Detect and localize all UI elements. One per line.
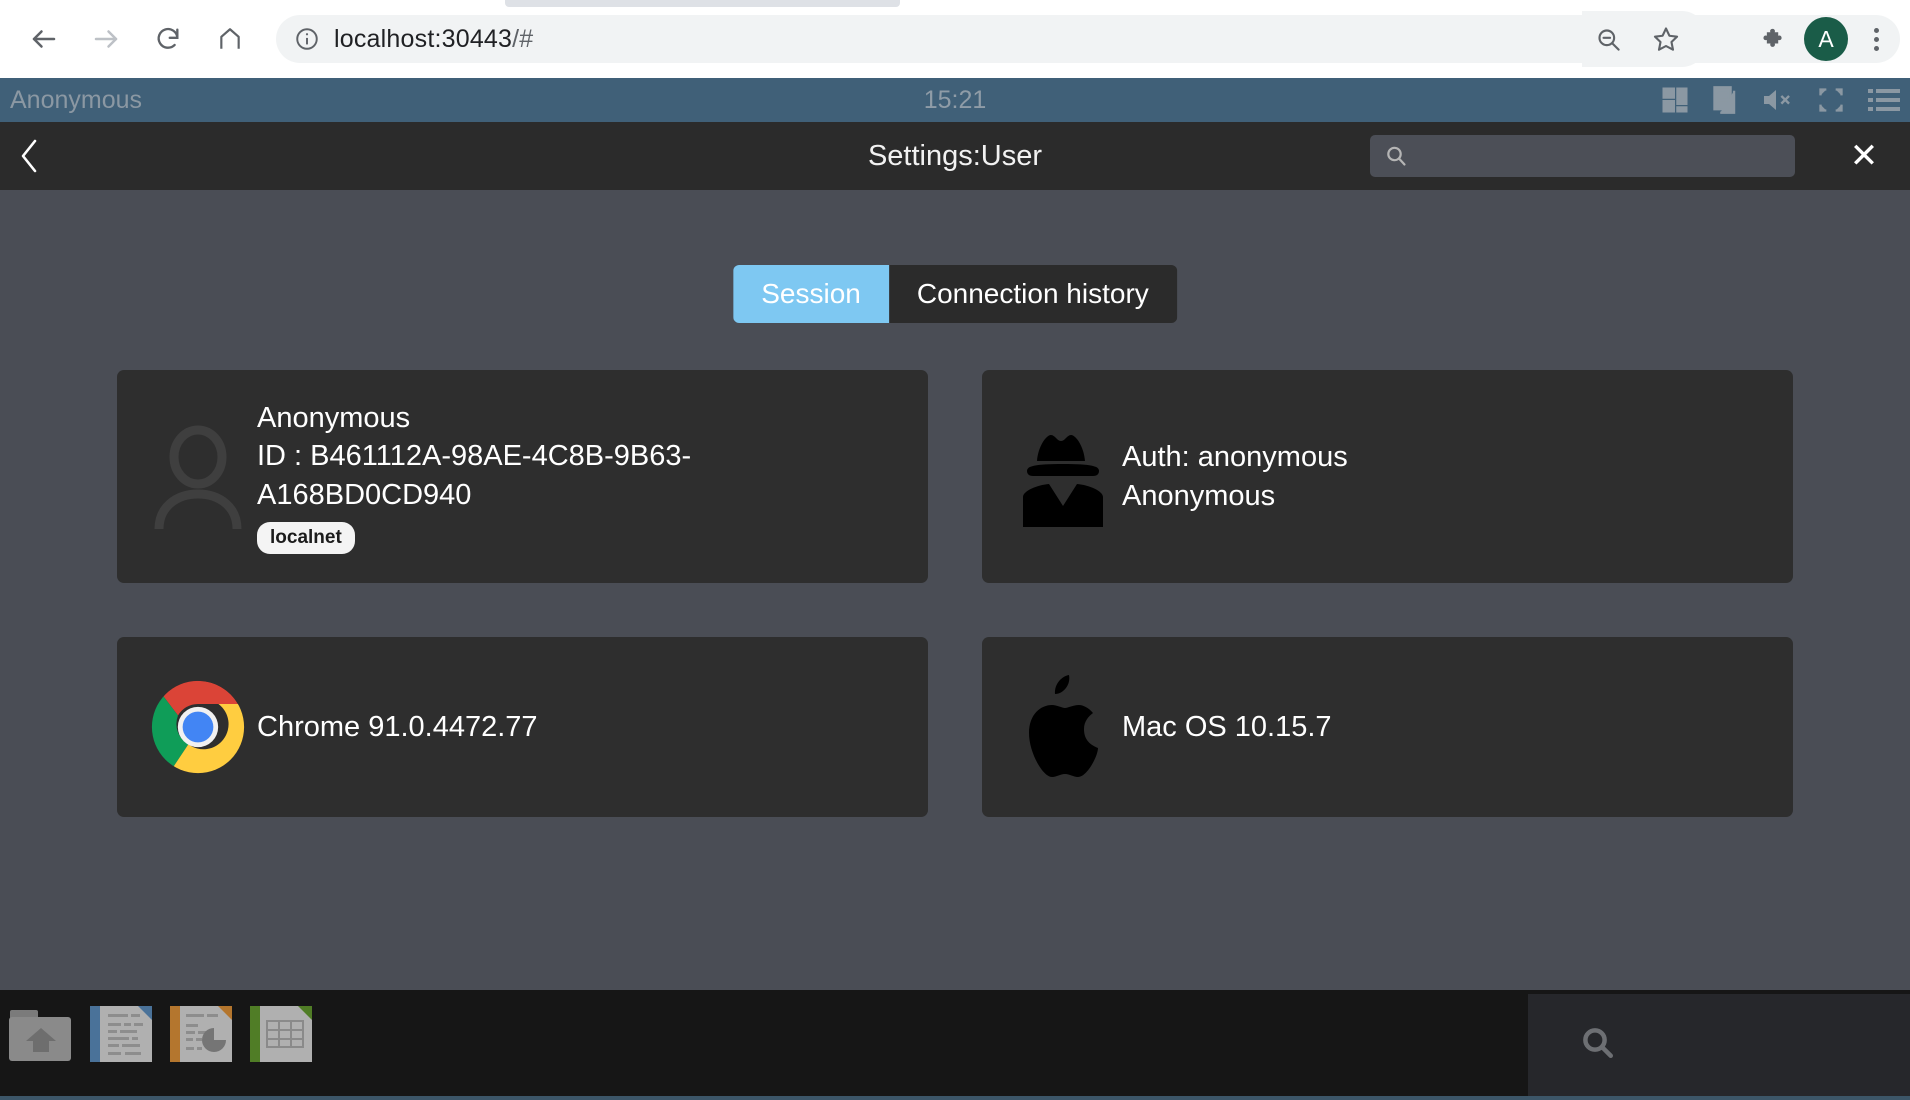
- card-auth-text: Auth: anonymous Anonymous: [1122, 438, 1348, 515]
- home-folder-icon[interactable]: [8, 1004, 74, 1070]
- back-arrow-icon[interactable]: [16, 11, 72, 67]
- star-icon[interactable]: [1640, 13, 1692, 65]
- apple-logo-icon: [1004, 675, 1122, 779]
- card-user: Anonymous ID : B461112A-98AE-4C8B-9B63-A…: [117, 370, 928, 583]
- clipboard-icon[interactable]: [1712, 85, 1740, 115]
- document-writer-icon[interactable]: [88, 1004, 154, 1070]
- taskbar: [0, 990, 1910, 1096]
- speaker-mute-icon[interactable]: [1762, 87, 1794, 113]
- forward-arrow-icon[interactable]: [78, 11, 134, 67]
- card-browser: Chrome 91.0.4472.77: [117, 637, 928, 817]
- window-bottom-rim: [0, 1096, 1910, 1100]
- presentation-impress-icon[interactable]: [168, 1004, 234, 1070]
- card-user-text: Anonymous ID : B461112A-98AE-4C8B-9B63-A…: [257, 399, 717, 555]
- site-info-icon[interactable]: [294, 26, 320, 52]
- zoom-out-icon[interactable]: [1582, 13, 1634, 65]
- guac-top-bar: Anonymous 15:21: [0, 78, 1910, 122]
- settings-search-box[interactable]: [1370, 135, 1795, 177]
- fullscreen-icon[interactable]: [1816, 86, 1846, 114]
- close-icon[interactable]: ✕: [1838, 135, 1890, 177]
- reload-icon[interactable]: [140, 11, 196, 67]
- card-os: Mac OS 10.15.7: [982, 637, 1793, 817]
- puzzle-icon[interactable]: [1748, 13, 1800, 65]
- top-bar-icons: [1660, 85, 1900, 115]
- os-version: Mac OS 10.15.7: [1122, 710, 1332, 743]
- kebab-menu-icon[interactable]: [1852, 15, 1900, 63]
- settings-body: Session Connection history Anonymous ID …: [0, 190, 1910, 990]
- menu-list-icon[interactable]: [1868, 87, 1900, 113]
- taskbar-search-panel[interactable]: [1528, 994, 1910, 1096]
- omnibox-actions: [1582, 11, 1706, 67]
- spreadsheet-calc-icon[interactable]: [248, 1004, 314, 1070]
- avatar[interactable]: A: [1804, 17, 1848, 61]
- settings-header: Settings:User ✕: [0, 122, 1910, 190]
- url-text: localhost:30443/#: [334, 24, 534, 53]
- user-id: ID : B461112A-98AE-4C8B-9B63-A168BD0CD94…: [257, 440, 692, 511]
- layout-grid-icon[interactable]: [1660, 85, 1690, 115]
- back-button[interactable]: [0, 122, 60, 190]
- home-icon[interactable]: [202, 11, 258, 67]
- taskbar-apps: [8, 1004, 314, 1070]
- chrome-logo-icon: [139, 679, 257, 775]
- auth-method: Auth: anonymous: [1122, 440, 1348, 473]
- tab-connection-history[interactable]: Connection history: [888, 265, 1177, 323]
- browser-right-icons: A: [1748, 11, 1900, 67]
- auth-name: Anonymous: [1122, 479, 1276, 512]
- incognito-spy-icon: [1004, 425, 1122, 529]
- search-input[interactable]: [1408, 144, 1795, 168]
- tab-bar: Session Connection history: [733, 265, 1177, 323]
- card-auth: Auth: anonymous Anonymous: [982, 370, 1793, 583]
- session-card-grid: Anonymous ID : B461112A-98AE-4C8B-9B63-A…: [117, 370, 1793, 817]
- top-bar-clock: 15:21: [923, 85, 987, 114]
- user-name: Anonymous: [257, 401, 411, 434]
- search-icon[interactable]: [1580, 1025, 1616, 1066]
- browser-version: Chrome 91.0.4472.77: [257, 710, 538, 743]
- status-badge: localnet: [257, 522, 355, 555]
- tab-session[interactable]: Session: [733, 265, 889, 323]
- user-avatar-icon: [139, 425, 257, 529]
- browser-tab-stub[interactable]: [505, 0, 900, 7]
- browser-toolbar: localhost:30443/# A: [0, 0, 1910, 78]
